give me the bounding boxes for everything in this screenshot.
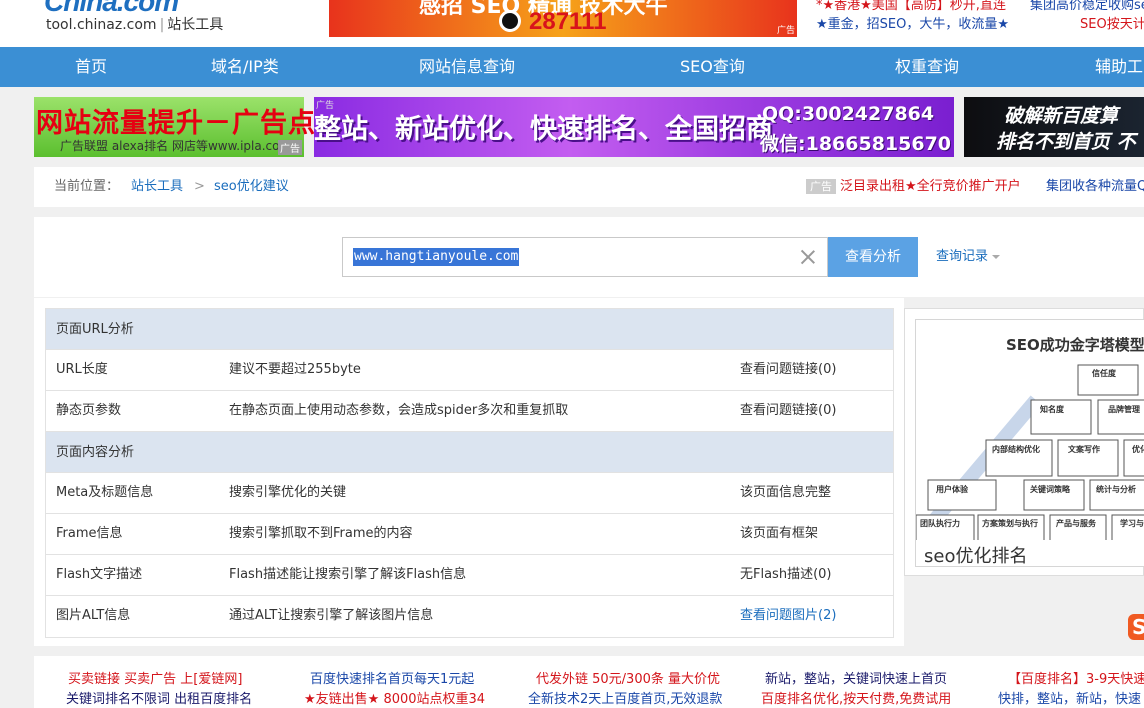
nav-item-weight[interactable]: 权重查询 xyxy=(895,47,959,87)
breadcrumb-home-link[interactable]: 站长工具 xyxy=(131,167,183,207)
pyramid-block-label: 品牌管理 xyxy=(1108,404,1140,414)
section-header-content: 页面内容分析 xyxy=(46,432,893,473)
pyramid-block-label: 学习与 xyxy=(1120,518,1144,528)
section-header-url: 页面URL分析 xyxy=(46,309,893,350)
bottom-ad-link[interactable]: 全新技术2天上百度首页,无效退款 xyxy=(528,688,722,707)
table-row: 静态页参数 在静态页面上使用动态参数，会造成spider多次和重复抓取 查看问题… xyxy=(46,391,893,432)
chevron-down-icon xyxy=(992,254,1001,259)
page: China.com tool.chinaz.com | 站长工具 感招 SEO 精通… xyxy=(0,0,1144,708)
top-text-ads: *★香港★美国【高防】秒开,直连 ★重金，招SEO，大牛，收流量★ 集团高价稳定… xyxy=(808,0,1144,34)
pyramid-block-label: 知名度 xyxy=(1040,404,1065,414)
query-history-dropdown[interactable]: 查询记录 xyxy=(936,237,1001,277)
table-row: Frame信息 搜索引擎抓取不到Frame的内容 该页面有框架 xyxy=(46,514,893,555)
top-ad-link[interactable]: *★香港★美国【高防】秒开,直连 xyxy=(816,0,1006,15)
bottom-ad-link[interactable]: 关键词排名不限词 出租百度排名 xyxy=(66,688,252,707)
bottom-ad-link[interactable]: 百度快速排名首页每天1元起 xyxy=(310,668,474,687)
table-row: URL长度 建议不要超过255byte 查看问题链接(0) xyxy=(46,350,893,391)
top-banner-ad[interactable]: 感招 SEO 精通 技术大牛 287111 广告 xyxy=(329,0,797,37)
nav-item-home[interactable]: 首页 xyxy=(75,47,107,87)
pyramid-block-label: 内部结构优化 xyxy=(992,444,1040,454)
row-result: 该页面信息完整 xyxy=(740,485,832,500)
bottom-ad-link[interactable]: 买卖链接 买卖广告 上[爱链网] xyxy=(68,668,242,687)
top-ad-link[interactable]: ★重金，招SEO，大牛，收流量★ xyxy=(816,15,1009,34)
row-result: 无Flash描述(0) xyxy=(740,567,832,582)
row-name: 图片ALT信息 xyxy=(56,608,131,623)
pyramid-block-label: 关键词策略 xyxy=(1030,484,1071,494)
row-result: 该页面有框架 xyxy=(740,526,819,541)
pyramid-title: SEO成功金字塔模型 xyxy=(1006,336,1144,354)
table-row: Flash文字描述 Flash描述能让搜索引擎了解该Flash信息 无Flash… xyxy=(46,555,893,596)
pyramid-block-label: 信任度 xyxy=(1092,368,1117,378)
breadcrumb-current[interactable]: seo优化建议 xyxy=(214,167,289,207)
pyramid-block-label: 用户体验 xyxy=(935,484,969,494)
analyze-button[interactable]: 查看分析 xyxy=(828,237,918,277)
pyramid-block-label: 文案写作 xyxy=(1068,444,1100,454)
top-ad-link[interactable]: SEO按天计 xyxy=(1080,15,1144,34)
row-result-link[interactable]: 查看问题链接(0) xyxy=(740,391,836,431)
crumb-ad-link[interactable]: 集团收各种流量Q xyxy=(1046,167,1144,207)
bottom-ad-link[interactable]: 代发外链 50元/300条 量大价优 xyxy=(536,668,720,687)
nav-item-domain-ip[interactable]: 域名/IP类 xyxy=(211,47,279,87)
nav-item-aux-tools[interactable]: 辅助工 xyxy=(1095,47,1143,87)
row-name: Flash文字描述 xyxy=(56,567,143,582)
top-ad-link[interactable]: 集团高价稳定收购se xyxy=(1030,0,1144,15)
bottom-ad-link[interactable]: 【百度排名】3-9天快速 xyxy=(1008,668,1144,687)
breadcrumb: 当前位置： 站长工具 > seo优化建议 广告 泛目录出租★全行竞价推广开户 集… xyxy=(34,167,1144,207)
logo-domain: tool.chinaz.com | 站长工具 xyxy=(46,17,224,33)
url-search-input[interactable]: www.hangtianyoule.com xyxy=(342,237,828,277)
analysis-panel: 页面URL分析 URL长度 建议不要超过255byte 查看问题链接(0) 静态… xyxy=(34,298,904,646)
qq-penguin-icon xyxy=(499,10,521,32)
breadcrumb-label: 当前位置： xyxy=(54,179,120,194)
search-input-value: www.hangtianyoule.com xyxy=(353,248,520,266)
crumb-ad-link[interactable]: 泛目录出租★全行竞价推广开户 xyxy=(840,167,1021,207)
ad-tag: 广告 xyxy=(806,179,836,194)
nav-item-site-info[interactable]: 网站信息查询 xyxy=(419,47,515,87)
bottom-text-ads: 买卖链接 买卖广告 上[爱链网] 关键词排名不限词 出租百度排名 百度快速排名首… xyxy=(34,656,1144,708)
side-caption: seo优化排名 xyxy=(924,546,1028,567)
row-result-link[interactable]: 查看问题图片(2) xyxy=(740,596,836,636)
row-desc: 搜索引擎抓取不到Frame的内容 xyxy=(229,526,413,541)
pyramid-block-label: 方案策划与执行 xyxy=(982,518,1038,528)
main-nav: 首页 域名/IP类 网站信息查询 SEO查询 权重查询 辅助工 xyxy=(0,47,1144,87)
analysis-table: 页面URL分析 URL长度 建议不要超过255byte 查看问题链接(0) 静态… xyxy=(45,308,894,638)
search-panel: www.hangtianyoule.com 查看分析 查询记录 xyxy=(34,217,1144,297)
site-mascot-icon[interactable]: S xyxy=(1128,614,1144,640)
pyramid-block-label: 优化 xyxy=(1132,444,1144,454)
bottom-ad-link[interactable]: 快排，整站，新站，快速 xyxy=(998,688,1141,707)
row-name: Meta及标题信息 xyxy=(56,485,154,500)
banner-ad-traffic[interactable]: 网站流量提升－广告点击 广告联盟 alexa排名 网店等www.ipla.com… xyxy=(34,97,343,157)
row-result-link[interactable]: 查看问题链接(0) xyxy=(740,350,836,390)
bottom-ad-link[interactable]: ★友链出售★ 8000站点权重34 xyxy=(304,688,485,707)
side-image-ad[interactable]: SEO成功金字塔模型 信任度 知名度 品牌管理 内部结构优化 文案写作 优 用户… xyxy=(904,308,1144,576)
row-desc: 建议不要超过255byte xyxy=(229,362,361,377)
row-desc: Flash描述能让搜索引擎了解该Flash信息 xyxy=(229,567,467,582)
table-row: 图片ALT信息 通过ALT让搜索引擎了解该图片信息 查看问题图片(2) xyxy=(46,596,893,637)
pyramid-diagram: 信任度 知名度 品牌管理 内部结构优化 文案写作 优化 用户体验 关键词策略 统… xyxy=(916,364,1144,540)
pyramid-block-label: 统计与分析 xyxy=(1096,484,1136,494)
bottom-ad-link[interactable]: 新站，整站，关键词快速上首页 xyxy=(765,668,947,687)
row-name: 静态页参数 xyxy=(56,403,122,418)
row-desc: 在静态页面上使用动态参数，会造成spider多次和重复抓取 xyxy=(229,403,569,418)
bottom-ad-link[interactable]: 百度排名优化,按天付费,免费试用 xyxy=(761,688,951,707)
row-name: URL长度 xyxy=(56,362,108,377)
row-desc: 通过ALT让搜索引擎了解该图片信息 xyxy=(229,608,434,623)
table-row: Meta及标题信息 搜索引擎优化的关键 该页面信息完整 xyxy=(46,473,893,514)
row-name: Frame信息 xyxy=(56,526,123,541)
breadcrumb-arrow: > xyxy=(194,179,205,194)
banner-ad-baidu[interactable]: 破解新百度算 排名不到首页 不 xyxy=(964,97,1144,157)
pyramid-block-label: 产品与服务 xyxy=(1056,518,1097,528)
clear-icon[interactable] xyxy=(799,248,817,266)
site-header: China.com tool.chinaz.com | 站长工具 感招 SEO 精通… xyxy=(0,0,1144,47)
row-desc: 搜索引擎优化的关键 xyxy=(229,485,347,500)
pyramid-block-label: 团队执行力 xyxy=(920,518,960,528)
pyramid-image: SEO成功金字塔模型 信任度 知名度 品牌管理 内部结构优化 文案写作 优 用户… xyxy=(915,319,1144,567)
banner-ad-seo-service[interactable]: 广告 整站、新站优化、快速排名、全国招商 QQ:3002427864 微信:18… xyxy=(314,97,954,157)
nav-item-seo[interactable]: SEO查询 xyxy=(680,47,745,87)
